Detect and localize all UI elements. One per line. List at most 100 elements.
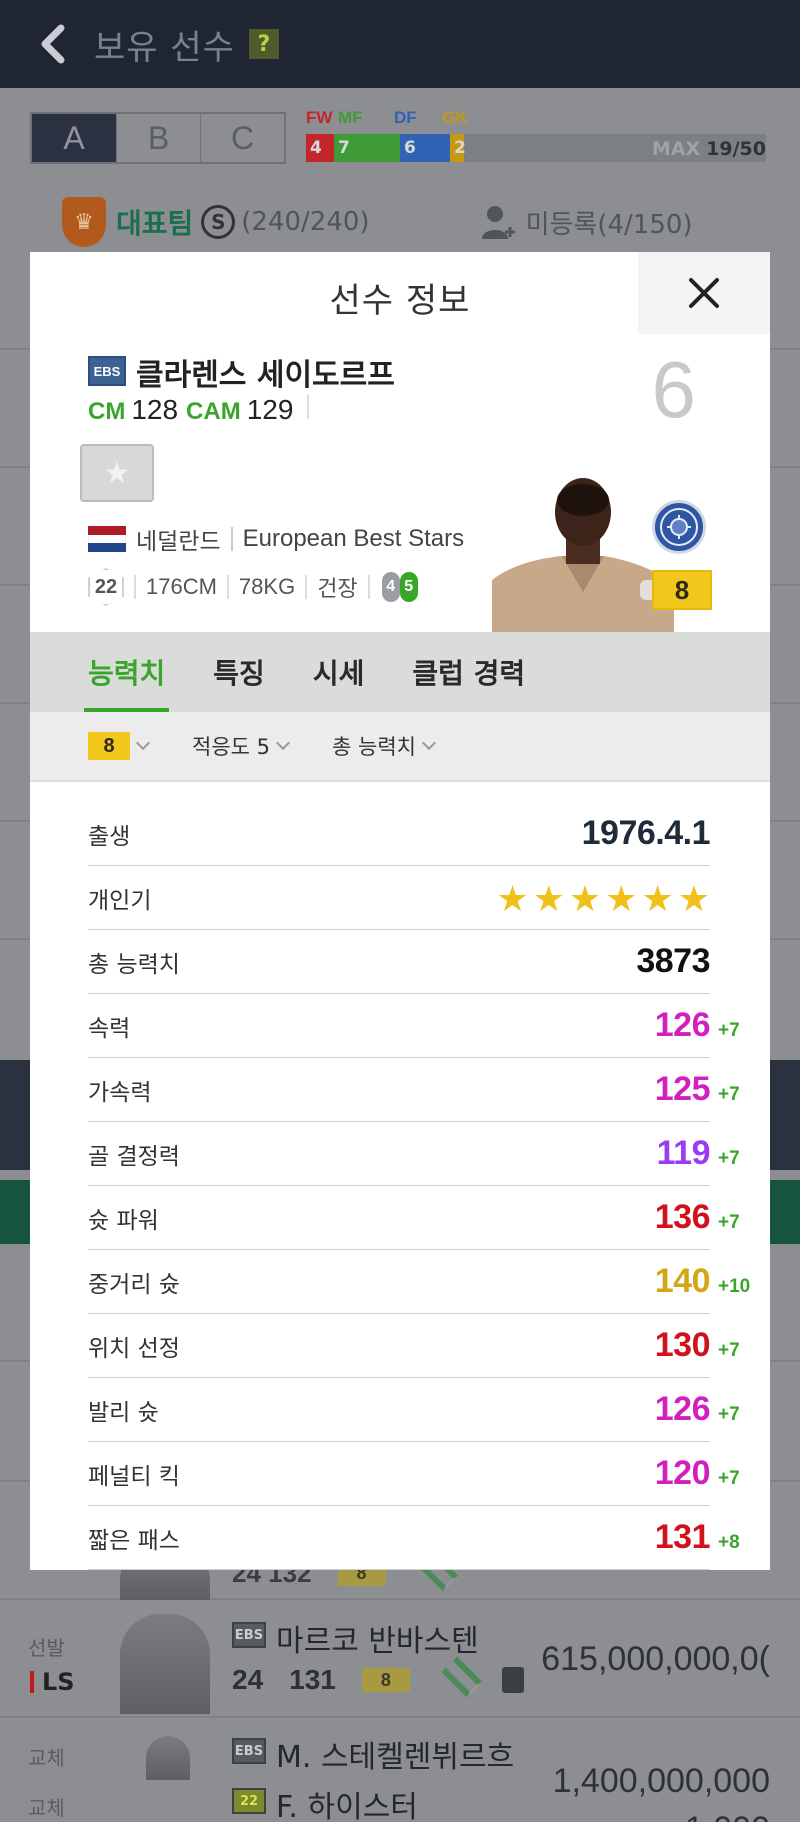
divider <box>134 575 136 599</box>
physical-row: 22 176CM 78KG 건장 4 5 <box>88 568 418 606</box>
total-count: 19/50 <box>706 138 766 160</box>
chevron-down-icon <box>135 735 151 751</box>
club-logo <box>652 500 706 554</box>
left-foot: 4 <box>381 572 400 602</box>
player-photo <box>120 1614 210 1714</box>
position-labels: FW MF DF GK <box>306 108 766 128</box>
slot-label: 교체 <box>28 1796 65 1820</box>
list-item[interactable]: 교체 EBS M. 스테켈렌뷔르흐 1,400,000,000 <box>0 1728 800 1800</box>
modal-title: 선수 정보 <box>329 280 471 321</box>
chevron-down-icon <box>275 735 291 751</box>
lock-icon[interactable] <box>501 1667 524 1693</box>
stat-row: 개인기 ★ ★ ★ ★ ★ ★ <box>88 866 710 930</box>
mf-label: MF <box>338 108 363 127</box>
position-code: LS <box>30 1668 75 1696</box>
star-icon: ★ <box>568 879 602 920</box>
stat-bonus: +7 <box>718 1212 740 1233</box>
foot-icon: 4 5 <box>381 572 418 602</box>
squad-number: 6 <box>651 345 697 434</box>
club-crest-icon <box>660 508 698 546</box>
stat-bonus: +7 <box>718 1340 740 1361</box>
list-item[interactable]: 교체 22 F. 하이스터 1,000 <box>0 1780 800 1822</box>
sort-dropdown[interactable]: 총 능력치 <box>332 731 437 761</box>
back-arrow-icon[interactable] <box>30 22 74 66</box>
enhance-level-badge: 8 <box>652 570 712 610</box>
adaptability-dropdown[interactable]: 적응도 5 <box>192 731 291 761</box>
stat-label: 총 능력치 <box>88 951 180 978</box>
roster-total: MAX 19/50 <box>652 138 766 160</box>
gk-label: GK <box>442 108 468 127</box>
list-item[interactable]: 선발 LS EBS 마르코 반바스텐 24 131 8 615,000,000,… <box>0 1610 800 1720</box>
favorite-button[interactable]: ★ <box>80 444 154 502</box>
stat-bonus: +7 <box>718 1020 740 1041</box>
team-name[interactable]: 대표팀 <box>116 202 193 242</box>
page-title: 보유 선수 <box>94 27 235 68</box>
unregistered-label: 미등록(4/150) <box>525 209 693 240</box>
app-bar: 보유 선수 ? <box>0 0 800 88</box>
add-user-icon <box>481 206 515 239</box>
divider <box>307 395 310 419</box>
stat-label: 발리 슛 <box>88 1399 159 1426</box>
star-icon: ★ <box>532 879 565 920</box>
tab-club-history[interactable]: 클럽 경력 <box>412 632 525 712</box>
stat-bonus: +7 <box>718 1468 740 1489</box>
divider <box>226 575 229 599</box>
position-ratings: CM 128 CAM 129 <box>88 394 310 426</box>
unregistered-button[interactable]: 미등록(4/150) <box>480 203 693 241</box>
stat-row: 출생 1976.4.1 <box>88 802 711 866</box>
filter-bar: 8 적응도 5 총 능력치 <box>30 712 770 782</box>
stat-bonus: +10 <box>718 1276 751 1297</box>
fw-label: FW <box>306 108 333 127</box>
tab-stats[interactable]: 능력치 <box>83 632 170 712</box>
stat-value: 120 <box>654 1454 711 1492</box>
player-name: F. 하이스터 <box>276 1790 418 1822</box>
position-2-rating: 129 <box>246 394 294 425</box>
stat-label: 위치 선정 <box>88 1335 180 1362</box>
level-filter-value: 8 <box>88 732 130 760</box>
stat-value: 136 <box>654 1198 711 1236</box>
team-row: ♛ 대표팀 S (240/240) 미등록(4/150) <box>0 192 800 252</box>
star-icon: ★ <box>677 879 710 920</box>
season-badge: EBS <box>232 1622 266 1648</box>
position-1-rating: 128 <box>131 394 179 425</box>
squad-tab-c[interactable]: C <box>200 114 284 162</box>
chevron-down-icon <box>421 735 437 751</box>
fw-count: 4 <box>306 134 334 162</box>
squad-tab-b[interactable]: B <box>116 114 200 162</box>
weight: 78KG <box>238 574 296 599</box>
help-button[interactable]: ? <box>248 29 279 59</box>
position-count-bar: FW MF DF GK 4 7 6 2 MAX 19/50 <box>306 108 766 166</box>
season-badge: EBS <box>232 1738 266 1764</box>
nation-name: 네덜란드 <box>136 529 221 555</box>
squad-tab-a[interactable]: A <box>32 114 116 162</box>
slot-label: 선발 <box>28 1636 65 1660</box>
player-stats: 24 131 8 <box>232 1656 524 1698</box>
tab-traits[interactable]: 특징 <box>213 632 265 712</box>
player-age: 24 <box>232 1664 264 1695</box>
close-icon <box>689 278 719 308</box>
stat-label: 속력 <box>88 1015 131 1042</box>
right-foot: 5 <box>399 572 418 602</box>
player-price: 615,000,000,0( <box>541 1640 770 1678</box>
stat-bonus: +7 <box>718 1084 740 1105</box>
info-tabs: 능력치 특징 시세 클럽 경력 <box>30 632 770 712</box>
star-icon: ★ <box>641 879 674 920</box>
age-badge: 22 <box>88 568 124 606</box>
tab-price[interactable]: 시세 <box>313 632 365 712</box>
nation-row: 네덜란드 European Best Stars <box>88 522 464 556</box>
list-item[interactable]: 24 132 8 <box>0 1540 800 1600</box>
level-filter-dropdown[interactable]: 8 <box>88 732 151 760</box>
stat-bonus: +8 <box>718 1532 740 1553</box>
stat-row: 페널티 킥 120 +7 <box>88 1442 740 1506</box>
player-photo <box>146 1736 190 1780</box>
stat-value: 125 <box>654 1070 711 1108</box>
player-price: 1,000 <box>685 1810 770 1822</box>
level-badge: 8 <box>361 1668 410 1692</box>
stat-row: 발리 슛 126 +7 <box>88 1378 740 1442</box>
stat-list: 출생 1976.4.1 개인기 ★ ★ ★ ★ ★ ★ 총 능력치 3873 속력 126 +7 가속력 12… <box>88 802 750 1570</box>
stat-row: 속력 126 +7 <box>88 994 740 1058</box>
grade-badge: S <box>201 205 236 239</box>
sort-value: 총 능력치 <box>332 735 416 759</box>
player-name: M. 스테켈렌뷔르흐 <box>276 1740 515 1775</box>
close-button[interactable] <box>638 252 770 334</box>
